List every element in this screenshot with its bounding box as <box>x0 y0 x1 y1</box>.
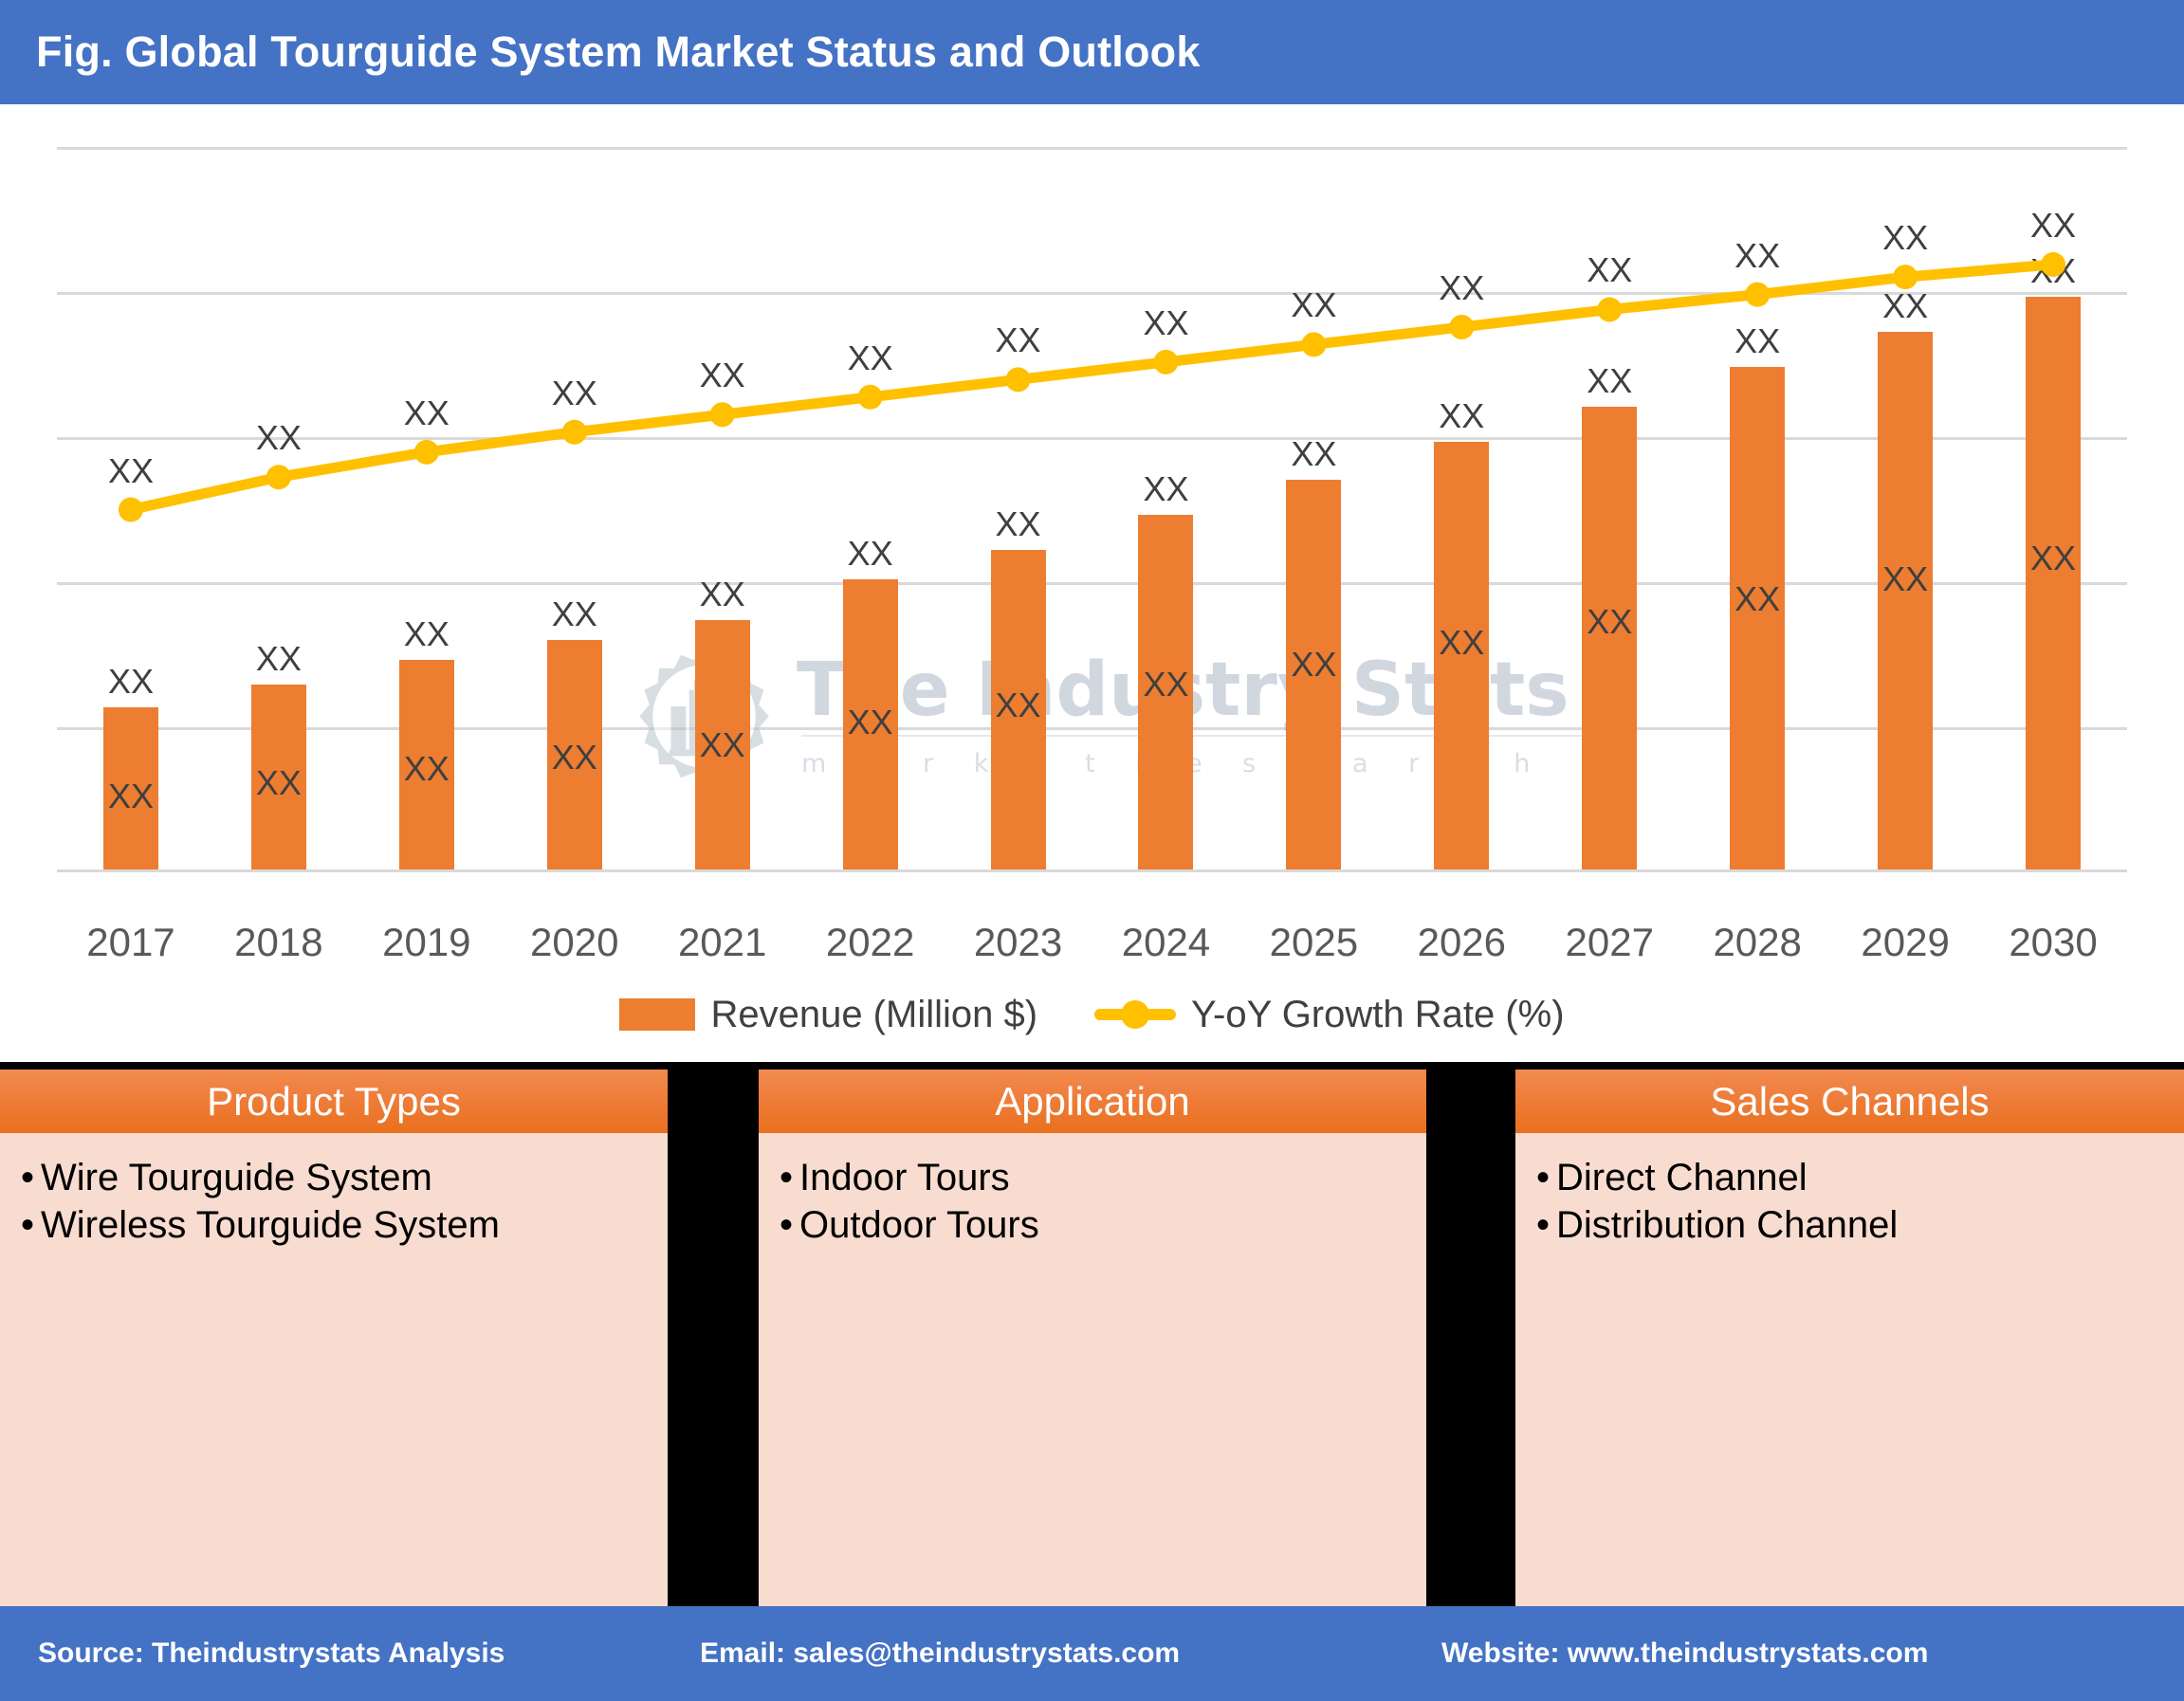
title-bar: Fig. Global Tourguide System Market Stat… <box>0 0 2184 104</box>
legend-item-growth-rate[interactable]: Y-oY Growth Rate (%) <box>1094 994 1565 1036</box>
panel-header-sales-channels: Sales Channels <box>1515 1070 2184 1133</box>
x-axis-tick-label: 2027 <box>1565 920 1654 964</box>
panel-title-application: Application <box>995 1078 1190 1124</box>
footer-website[interactable]: Website: www.theindustrystats.com <box>1441 1637 1928 1670</box>
x-axis-tick-label: 2030 <box>2009 920 2098 964</box>
line-point-value-label: XX <box>1734 235 1781 275</box>
line-point-value-label: XX <box>2030 205 2077 245</box>
line-point-label-group: XX <box>1831 147 1979 872</box>
bullet-dot-icon: • <box>780 1157 794 1198</box>
line-point-value-label: XX <box>699 356 745 395</box>
chart-plot-area: The Industry Stats m a r k e t r e s e a… <box>57 147 2127 872</box>
legend-item-revenue[interactable]: Revenue (Million $) <box>619 994 1037 1036</box>
list-item: • Outdoor Tours <box>759 1201 1426 1249</box>
line-point-label-group: XX <box>57 147 205 872</box>
line-point-label-group: XX <box>649 147 797 872</box>
infographic-page: Fig. Global Tourguide System Market Stat… <box>0 0 2184 1701</box>
line-point-value-label: XX <box>255 418 302 458</box>
bullet-dot-icon: • <box>780 1204 794 1247</box>
legend-swatch-icon <box>619 998 696 1031</box>
line-point-value-label: XX <box>107 450 154 490</box>
list-item: • Direct Channel <box>1515 1154 2184 1201</box>
list-item-label: Indoor Tours <box>799 1157 1010 1198</box>
x-axis-tick-label: 2019 <box>382 920 471 964</box>
panel-body-product-types: • Wire Tourguide System • Wireless Tourg… <box>0 1133 668 1606</box>
line-point-value-label: XX <box>1439 267 1485 307</box>
line-point-label-group: XX <box>353 147 501 872</box>
line-point-value-label: XX <box>1291 285 1337 325</box>
x-axis: 2017 2018 2019 2020 2021 2022 2023 2024 2025 2026… <box>57 920 2127 977</box>
list-item: • Wireless Tourguide System <box>0 1201 668 1249</box>
line-point-label-group: XX <box>1683 147 1831 872</box>
panel-application: Application • Indoor Tours • Outdoor Tou… <box>759 1070 1426 1606</box>
line-point-label-group: XX <box>501 147 649 872</box>
x-axis-tick-label: 2021 <box>677 920 767 964</box>
footer-bar: Source: Theindustrystats Analysis Email:… <box>0 1606 2184 1701</box>
list-item-label: Outdoor Tours <box>799 1204 1039 1247</box>
x-axis-tick-label: 2029 <box>1861 920 1950 964</box>
list-item-label: Wireless Tourguide System <box>41 1204 500 1247</box>
list-item-label: Wire Tourguide System <box>41 1157 432 1198</box>
bullet-dot-icon: • <box>21 1157 35 1198</box>
line-point-label-group: XX <box>1239 147 1387 872</box>
list-item: • Distribution Channel <box>1515 1201 2184 1249</box>
panel-product-types: Product Types • Wire Tourguide System • … <box>0 1070 668 1606</box>
footer-email[interactable]: Email: sales@theindustrystats.com <box>700 1637 1180 1670</box>
line-point-label-group: XX <box>1979 147 2127 872</box>
x-axis-tick-label: 2020 <box>530 920 619 964</box>
bullet-dot-icon: • <box>1536 1204 1551 1247</box>
x-axis-tick-label: 2018 <box>234 920 323 964</box>
line-point-value-label: XX <box>1882 218 1929 258</box>
panel-header-application: Application <box>759 1070 1426 1133</box>
line-point-labels: XX XX XX XX XX XX XX XX XX XX XX XX XX XX <box>57 147 2127 872</box>
line-point-label-group: XX <box>1092 147 1240 872</box>
line-point-label-group: XX <box>1387 147 1535 872</box>
x-axis-tick-label: 2022 <box>825 920 915 964</box>
line-point-label-group: XX <box>945 147 1092 872</box>
list-item: • Wire Tourguide System <box>0 1154 668 1201</box>
line-point-label-group: XX <box>1535 147 1683 872</box>
x-axis-tick-label: 2017 <box>86 920 175 964</box>
x-axis-tick-label: 2024 <box>1121 920 1211 964</box>
bullet-dot-icon: • <box>21 1204 35 1247</box>
panel-sales-channels: Sales Channels • Direct Channel • Distri… <box>1515 1070 2184 1606</box>
panel-body-application: • Indoor Tours • Outdoor Tours <box>759 1133 1426 1606</box>
x-axis-tick-label: 2025 <box>1269 920 1359 964</box>
list-item-label: Distribution Channel <box>1556 1204 1899 1247</box>
x-axis-tick-label: 2028 <box>1713 920 1802 964</box>
line-point-value-label: XX <box>403 393 450 432</box>
x-axis-tick-label: 2026 <box>1417 920 1507 964</box>
panel-title-sales-channels: Sales Channels <box>1710 1078 1990 1124</box>
line-point-value-label: XX <box>847 338 893 377</box>
list-item: • Indoor Tours <box>759 1154 1426 1201</box>
legend-line-marker-icon <box>1094 1009 1177 1020</box>
axis-baseline <box>57 869 2127 872</box>
line-point-label-group: XX <box>205 147 353 872</box>
legend-label-growth-rate: Y-oY Growth Rate (%) <box>1191 993 1565 1035</box>
line-point-label-group: XX <box>797 147 945 872</box>
legend-label-revenue: Revenue (Million $) <box>710 993 1038 1035</box>
footer-source: Source: Theindustrystats Analysis <box>38 1637 505 1669</box>
bullet-dot-icon: • <box>1536 1157 1551 1198</box>
chart-card: The Industry Stats m a r k e t r e s e a… <box>0 104 2184 1062</box>
line-point-value-label: XX <box>1143 302 1189 342</box>
chart-legend: Revenue (Million $) Y-oY Growth Rate (%) <box>0 981 2184 1048</box>
panel-body-sales-channels: • Direct Channel • Distribution Channel <box>1515 1133 2184 1606</box>
list-item-label: Direct Channel <box>1556 1157 1808 1198</box>
line-point-value-label: XX <box>995 320 1041 360</box>
panel-title-product-types: Product Types <box>207 1078 461 1124</box>
x-axis-tick-label: 2023 <box>973 920 1063 964</box>
panel-header-product-types: Product Types <box>0 1070 668 1133</box>
page-title: Fig. Global Tourguide System Market Stat… <box>36 27 1201 76</box>
line-point-value-label: XX <box>551 373 597 412</box>
line-point-value-label: XX <box>1587 250 1633 290</box>
